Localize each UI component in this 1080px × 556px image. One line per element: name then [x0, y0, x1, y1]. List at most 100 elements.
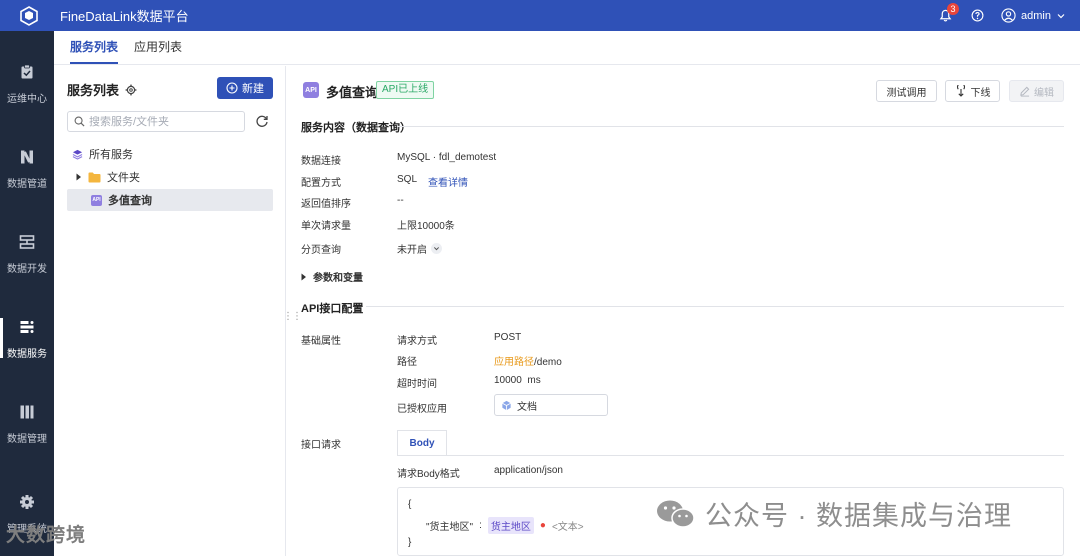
connection-value: MySQL · fdl_demotest: [397, 152, 497, 163]
limit-label: 单次请求量: [301, 221, 351, 232]
path-value: 应用路径/demo: [494, 353, 562, 368]
tree-item-label: 多值查询: [108, 195, 152, 207]
api-icon: API: [303, 82, 319, 98]
help-icon: [971, 9, 983, 22]
method-value: POST: [494, 332, 522, 343]
body-format-value: application/json: [494, 465, 563, 476]
settings-icon[interactable]: [125, 84, 137, 96]
paging-select[interactable]: 未开启: [397, 241, 442, 256]
path-suffix: /demo: [534, 357, 562, 368]
server-icon: [19, 234, 35, 249]
view-details-link[interactable]: 查看详情: [428, 174, 468, 189]
status-badge: API已上线: [376, 81, 435, 99]
timeout-unit: ms: [527, 375, 541, 386]
new-button-label: 新建: [242, 83, 264, 95]
wechat-icon: [657, 500, 695, 528]
top-tabs: 服务列表 应用列表: [54, 31, 1080, 65]
user-name: admin: [1021, 9, 1051, 22]
offline-label: 下线: [970, 87, 991, 99]
chevron-down-icon: [1057, 13, 1065, 18]
timeout-label: 超时时间: [397, 379, 437, 390]
notification-button[interactable]: 3: [929, 0, 961, 31]
panel-header: 服务列表: [67, 80, 137, 99]
sidebar-item-label: 运维中心: [7, 93, 47, 105]
tree-folder[interactable]: 文件夹: [67, 166, 273, 188]
tree-item-service[interactable]: API 多值查询: [67, 189, 273, 211]
offline-button[interactable]: 下线: [945, 80, 1000, 102]
data-service-icon: [20, 320, 34, 333]
sort-value: --: [397, 195, 404, 206]
tab-app-list[interactable]: 应用列表: [134, 31, 182, 64]
folder-icon: [88, 172, 101, 182]
test-call-button[interactable]: 测试调用: [876, 80, 937, 102]
notification-badge: 3: [947, 3, 960, 15]
chevron-down-icon: [431, 243, 442, 254]
new-button[interactable]: 新建: [217, 77, 273, 99]
app-cube-icon: [502, 400, 511, 410]
method-label: 请求方式: [397, 336, 437, 347]
paging-value: 未开启: [397, 245, 427, 256]
sidebar-item-data-service[interactable]: 数据服务: [0, 304, 54, 374]
plus-circle-icon: [226, 82, 238, 94]
tree-root-all-services[interactable]: 所有服务: [67, 143, 273, 165]
tree-item-label: 文件夹: [107, 172, 140, 184]
config-value: SQL: [397, 174, 418, 185]
layers-icon: [72, 149, 83, 160]
connection-label: 数据连接: [301, 156, 341, 167]
caret-right-icon[interactable]: [76, 173, 82, 181]
caret-right-icon: [301, 273, 306, 280]
help-button[interactable]: [961, 0, 993, 31]
sidebar-item-dev[interactable]: 数据开发: [0, 219, 54, 289]
app-path-prefix: 应用路径: [494, 357, 534, 368]
section-divider: [366, 306, 1064, 307]
section-divider: [397, 126, 1064, 127]
search-box[interactable]: [67, 111, 245, 132]
tab-body[interactable]: Body: [397, 430, 447, 456]
data-manage-icon: [20, 405, 34, 418]
search-input[interactable]: [89, 115, 239, 128]
params-toggle[interactable]: 参数和变量: [301, 269, 363, 284]
refresh-icon[interactable]: [255, 114, 269, 128]
pipeline-icon: [21, 150, 33, 163]
sidebar-item-pipeline[interactable]: 数据管道: [0, 134, 54, 204]
watermark-text: 公众号 · 数据集成与治理: [705, 501, 1012, 531]
tree-item-label: 所有服务: [89, 149, 133, 161]
sidebar: 运维中心 数据管道 数据开发 数据服务 数据管理 管理系统: [0, 31, 54, 556]
field-chip[interactable]: 货主地区: [487, 517, 534, 534]
params-label: 参数和变量: [313, 273, 363, 284]
authorized-app-chip[interactable]: 文档: [494, 394, 608, 416]
timeout-number: 10000: [494, 375, 522, 386]
edit-button[interactable]: 编辑: [1009, 80, 1064, 102]
user-menu[interactable]: admin: [1001, 8, 1066, 23]
basic-props-label: 基础属性: [301, 336, 341, 347]
code-field-line: "货主地区" : 货主地区 ● <文本>: [426, 517, 584, 534]
sidebar-item-ops[interactable]: 运维中心: [0, 49, 54, 119]
timeout-value: 10000 ms: [494, 375, 541, 386]
body-format-label: 请求Body格式: [397, 469, 460, 480]
code-close-brace: }: [408, 537, 412, 548]
sidebar-item-label: 数据管道: [7, 178, 47, 190]
tab-service-list[interactable]: 服务列表: [70, 31, 119, 64]
request-label: 接口请求: [301, 440, 341, 451]
app-title: FineDataLink数据平台: [60, 9, 189, 24]
service-detail: API 多值查询 API已上线 测试调用 下线 编辑 服务内容（数据查询） 数据…: [287, 66, 1080, 556]
search-icon: [74, 116, 85, 127]
service-section-title: 服务内容（数据查询）: [301, 122, 411, 134]
app-logo-icon[interactable]: [0, 0, 58, 31]
auth-apps-label: 已授权应用: [397, 404, 447, 415]
tab-divider: [397, 455, 1064, 456]
api-section-title: API接口配置: [301, 303, 364, 315]
page-title: 多值查询: [326, 85, 379, 100]
pencil-icon: [1020, 86, 1030, 97]
required-dot-icon: ●: [539, 520, 546, 531]
test-call-label: 测试调用: [886, 87, 927, 99]
sidebar-item-data-manage[interactable]: 数据管理: [0, 389, 54, 459]
sidebar-item-label: 数据管理: [7, 433, 47, 445]
config-label: 配置方式: [301, 178, 341, 189]
type-hint: <文本>: [551, 522, 584, 533]
path-label: 路径: [397, 357, 417, 368]
edit-label: 编辑: [1034, 87, 1054, 99]
watermark: 公众号 · 数据集成与治理: [655, 494, 1012, 533]
download-icon: [956, 85, 965, 97]
code-open-brace: {: [408, 499, 412, 510]
